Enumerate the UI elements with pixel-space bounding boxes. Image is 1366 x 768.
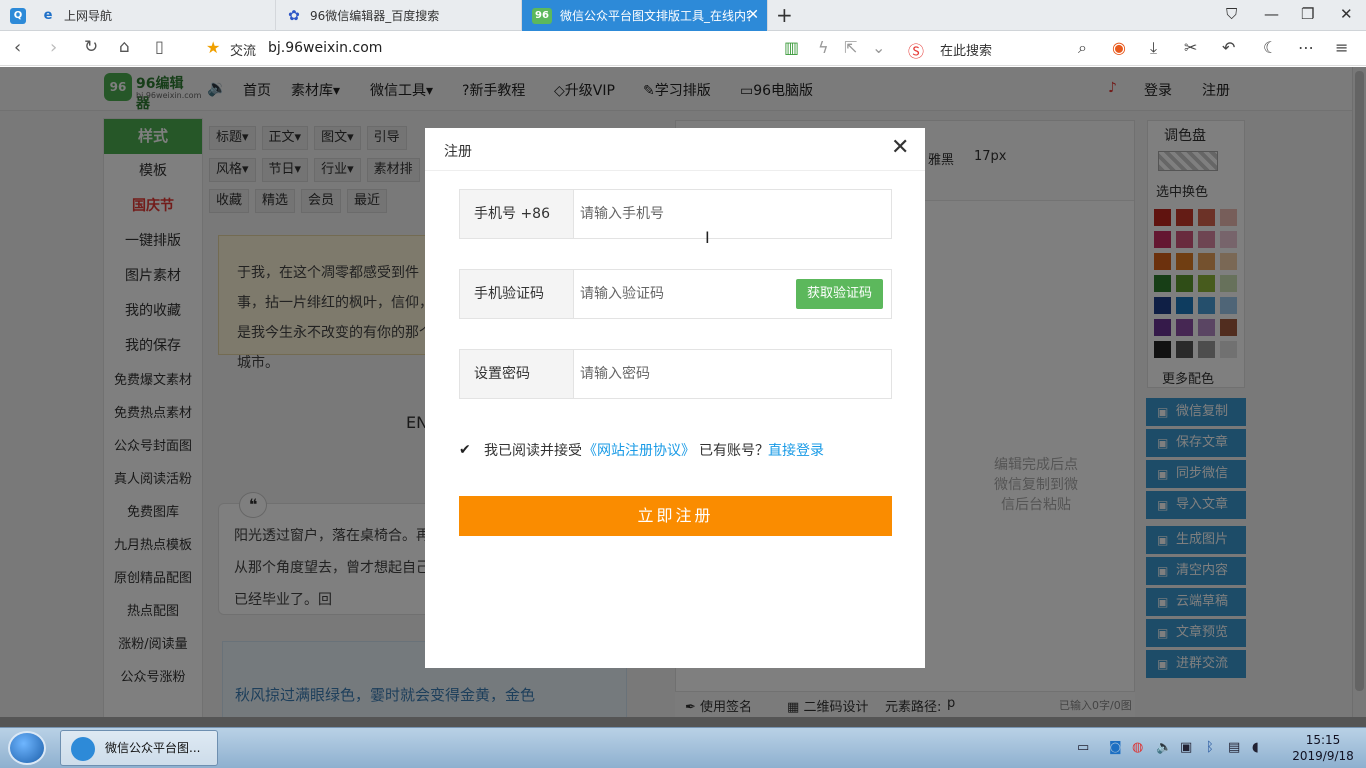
agree-checkbox[interactable]: ✔ <box>459 443 474 458</box>
phone-label: 手机号 +86 <box>460 190 574 238</box>
security-icon[interactable]: ◍ <box>1132 740 1143 755</box>
browser-app-icon <box>71 737 95 761</box>
code-label: 手机验证码 <box>460 270 574 318</box>
start-button[interactable] <box>8 731 46 765</box>
page-status-strip <box>0 717 1366 727</box>
96-site-icon: 96 <box>532 7 552 24</box>
tab-label: 96微信编辑器_百度搜索 <box>310 9 440 23</box>
code-input[interactable] <box>580 280 790 308</box>
night-mode-icon[interactable]: ☾ <box>1263 38 1277 57</box>
reader-icon[interactable]: ▯ <box>155 37 164 56</box>
forward-icon[interactable]: › <box>50 37 57 58</box>
sogou-search-icon[interactable]: Ⓢ <box>908 38 924 62</box>
chevron-down-icon[interactable]: ⌄ <box>872 38 885 57</box>
flash-icon[interactable]: ϟ <box>818 38 829 57</box>
password-label: 设置密码 <box>460 350 574 398</box>
search-icon[interactable]: ⌕ <box>1078 38 1087 58</box>
register-submit-button[interactable]: 立即注册 <box>459 496 892 536</box>
windows-taskbar: 微信公众平台图... ▭ ◙ ◍ 🔈 ▣ ᛒ ▤ ◖ 15:15 2019/9/… <box>0 727 1366 768</box>
home-icon[interactable]: ⌂ <box>119 37 130 57</box>
taskbar-app-label: 微信公众平台图... <box>105 741 201 755</box>
address-toolbar: ‹ › ↻ ⌂ ▯ ★ 交流 bj.96weixin.com ▥ ϟ ⇱ ⌄ Ⓢ… <box>0 31 1366 66</box>
maximize-button[interactable]: ❐ <box>1301 5 1314 23</box>
register-dialog: 注册 ✕ 手机号 +86 手机验证码 获取验证码 设置密码 ✔ 我已阅读并接受 … <box>425 128 925 668</box>
dialog-title: 注册 <box>444 144 472 160</box>
book-icon[interactable]: ▥ <box>784 38 799 57</box>
dialog-header: 注册 ✕ <box>425 128 925 171</box>
share-icon[interactable]: ⇱ <box>844 38 857 57</box>
browser-tab-bar: Q e 上网导航 ✿ 96微信编辑器_百度搜索 96 微信公众平台图文排版工具_… <box>0 0 1366 31</box>
search-input[interactable]: 在此搜索 <box>940 40 992 59</box>
menu-icon[interactable]: ≡ <box>1335 38 1348 57</box>
taskbar-browser-app[interactable]: 微信公众平台图... <box>60 730 218 766</box>
have-account-text: 已有账号？ <box>699 443 769 459</box>
back-icon[interactable]: ‹ <box>14 37 21 58</box>
code-field: 手机验证码 获取验证码 <box>459 269 892 319</box>
tab-96editor[interactable]: 96 微信公众平台图文排版工具_在线内容 ✕ <box>522 0 768 31</box>
minimize-button[interactable]: — <box>1264 5 1279 23</box>
keyboard-icon[interactable]: ▭ <box>1077 740 1089 755</box>
undo-icon[interactable]: ↶ <box>1222 38 1235 57</box>
download-icon[interactable]: ⤓ <box>1150 38 1157 58</box>
game-icon[interactable]: ◉ <box>1112 38 1126 57</box>
get-code-button[interactable]: 获取验证码 <box>796 279 883 309</box>
bluetooth-icon[interactable]: ᛒ <box>1206 740 1214 755</box>
new-tab-button[interactable]: + <box>776 3 793 27</box>
tab-label: 微信公众平台图文排版工具_在线内容 <box>560 9 750 23</box>
password-input[interactable] <box>580 360 790 388</box>
baidu-paw-icon: ✿ <box>288 7 300 24</box>
agreement-link[interactable]: 《网站注册协议》 <box>583 440 695 460</box>
speaker-tray-icon[interactable]: ◖ <box>1252 740 1259 755</box>
scissors-icon[interactable]: ✂ <box>1184 38 1197 57</box>
network-icon[interactable]: ▤ <box>1228 740 1240 755</box>
bookmark-window-icon[interactable]: ⛉ <box>1226 5 1237 23</box>
text-cursor-icon: I <box>705 228 710 247</box>
close-window-button[interactable]: ✕ <box>1340 5 1353 23</box>
volume-icon[interactable]: 🔈 <box>1156 740 1172 755</box>
time: 15:15 <box>1305 733 1341 747</box>
close-tab-icon[interactable]: ✕ <box>747 7 759 23</box>
more-icon[interactable]: ⋯ <box>1298 38 1314 57</box>
url-field[interactable]: bj.96weixin.com <box>268 40 382 56</box>
clock[interactable]: 15:15 2019/9/18 <box>1288 732 1358 764</box>
password-field: 设置密码 <box>459 349 892 399</box>
q-icon: Q <box>10 7 26 24</box>
refresh-icon[interactable]: ↻ <box>84 37 98 57</box>
agree-text: 我已阅读并接受 <box>484 443 582 459</box>
app-tray-icon[interactable]: ◙ <box>1109 740 1122 755</box>
tab-baidu[interactable]: ✿ 96微信编辑器_百度搜索 <box>276 0 522 31</box>
ie-icon: e <box>43 8 53 23</box>
tab-navigation[interactable]: Q e 上网导航 <box>0 0 276 31</box>
login-link[interactable]: 直接登录 <box>768 440 824 460</box>
usb-icon[interactable]: ▣ <box>1180 740 1192 755</box>
phone-input[interactable] <box>580 200 790 228</box>
close-icon[interactable]: ✕ <box>891 136 909 160</box>
tab-label: 上网导航 <box>64 9 113 23</box>
favorite-star-icon[interactable]: ★ <box>206 38 220 57</box>
date: 2019/9/18 <box>1292 749 1354 763</box>
address-label: 交流 <box>230 44 257 59</box>
phone-field: 手机号 +86 <box>459 189 892 239</box>
